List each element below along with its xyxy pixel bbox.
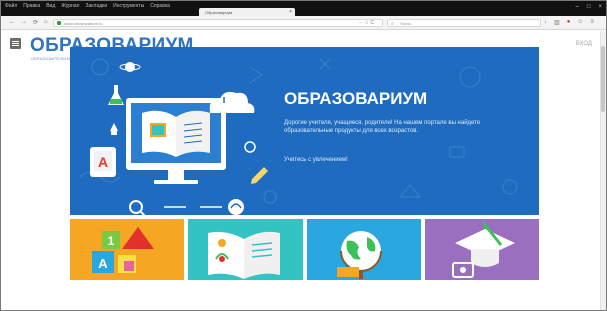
reload-icon[interactable]: ⟳ (33, 19, 38, 26)
globe-icon (336, 231, 382, 279)
address-bar[interactable]: www.obrazovarium.ru ··· ☆ C (53, 19, 383, 27)
graduation-icon (451, 220, 515, 278)
forward-icon[interactable]: → (21, 19, 27, 26)
preschool-tile[interactable]: 1 A (70, 219, 185, 280)
library-icon[interactable]: ▥ (554, 19, 560, 26)
svg-text:A: A (98, 154, 108, 170)
svg-text:1: 1 (108, 234, 115, 248)
menu-item-tools[interactable]: Инструменты (113, 3, 144, 9)
url-text: www.obrazovarium.ru (64, 21, 103, 26)
close-window-icon[interactable]: × (598, 4, 602, 10)
menu-item-bookmarks[interactable]: Закладки (85, 3, 107, 9)
window-controls: – □ × (576, 4, 602, 10)
category-tiles: 1 A (70, 219, 539, 280)
banner-text: Дорогие учителя, учащиеся, родители! На … (284, 120, 481, 134)
school-tile[interactable] (306, 219, 421, 280)
search-placeholder: Поиск (400, 21, 412, 26)
home-icon[interactable]: ⌂ (44, 19, 48, 26)
download-icon[interactable]: ↓ (544, 19, 547, 26)
menu-item-file[interactable]: Файл (5, 3, 17, 9)
back-icon[interactable]: ← (9, 19, 15, 26)
menu-icon[interactable]: ≡ (590, 19, 594, 26)
tab-title: Образовариум (205, 10, 233, 15)
maximize-icon[interactable]: □ (587, 4, 591, 10)
hamburger-menu-icon[interactable] (10, 38, 21, 49)
search-icon: ⌕ (391, 21, 394, 27)
menu-bar: Файл Правка Вид Журнал Закладки Инструме… (5, 3, 170, 9)
hero-banner[interactable]: A ОБРАЗОВАРИУМ Дорогие учителя, учащиеся… (70, 47, 539, 215)
lock-icon (57, 21, 61, 25)
close-tab-icon[interactable]: × (289, 9, 292, 15)
browser-tab[interactable]: Образовариум × (199, 8, 295, 16)
menu-item-help[interactable]: Справка (150, 3, 170, 9)
browser-toolbar: ← → ⟳ ⌂ www.obrazovarium.ru ··· ☆ C ⌕ По… (1, 16, 606, 30)
sync-icon[interactable]: ☺ (577, 19, 583, 26)
addon-icon[interactable]: ● (567, 19, 571, 26)
minimize-icon[interactable]: – (576, 4, 579, 10)
open-book-icon (208, 231, 281, 279)
svg-text:A: A (98, 256, 108, 271)
title-bar: Файл Правка Вид Журнал Закладки Инструме… (1, 1, 606, 16)
abc-blocks-icon: 1 A (92, 227, 154, 273)
banner-title: ОБРАЗОВАРИУМ (284, 89, 428, 108)
menu-item-view[interactable]: Вид (46, 3, 55, 9)
login-link[interactable]: ВХОД (576, 41, 592, 47)
banner-cta: Учитесь с увлечением! (284, 157, 348, 163)
toolbar-icons: ↓ ▥ ● ☺ ≡ (544, 19, 594, 26)
menu-item-edit[interactable]: Правка (23, 3, 40, 9)
primary-school-tile[interactable] (188, 219, 303, 280)
college-tile[interactable] (424, 219, 539, 280)
scrollbar-thumb[interactable] (601, 46, 605, 112)
browser-window: Файл Правка Вид Журнал Закладки Инструме… (0, 0, 607, 311)
menu-item-history[interactable]: Журнал (61, 3, 79, 9)
search-input[interactable]: ⌕ Поиск (387, 19, 541, 27)
url-actions[interactable]: ··· ☆ C (358, 20, 374, 26)
nav-buttons: ← → ⟳ ⌂ (9, 19, 48, 26)
